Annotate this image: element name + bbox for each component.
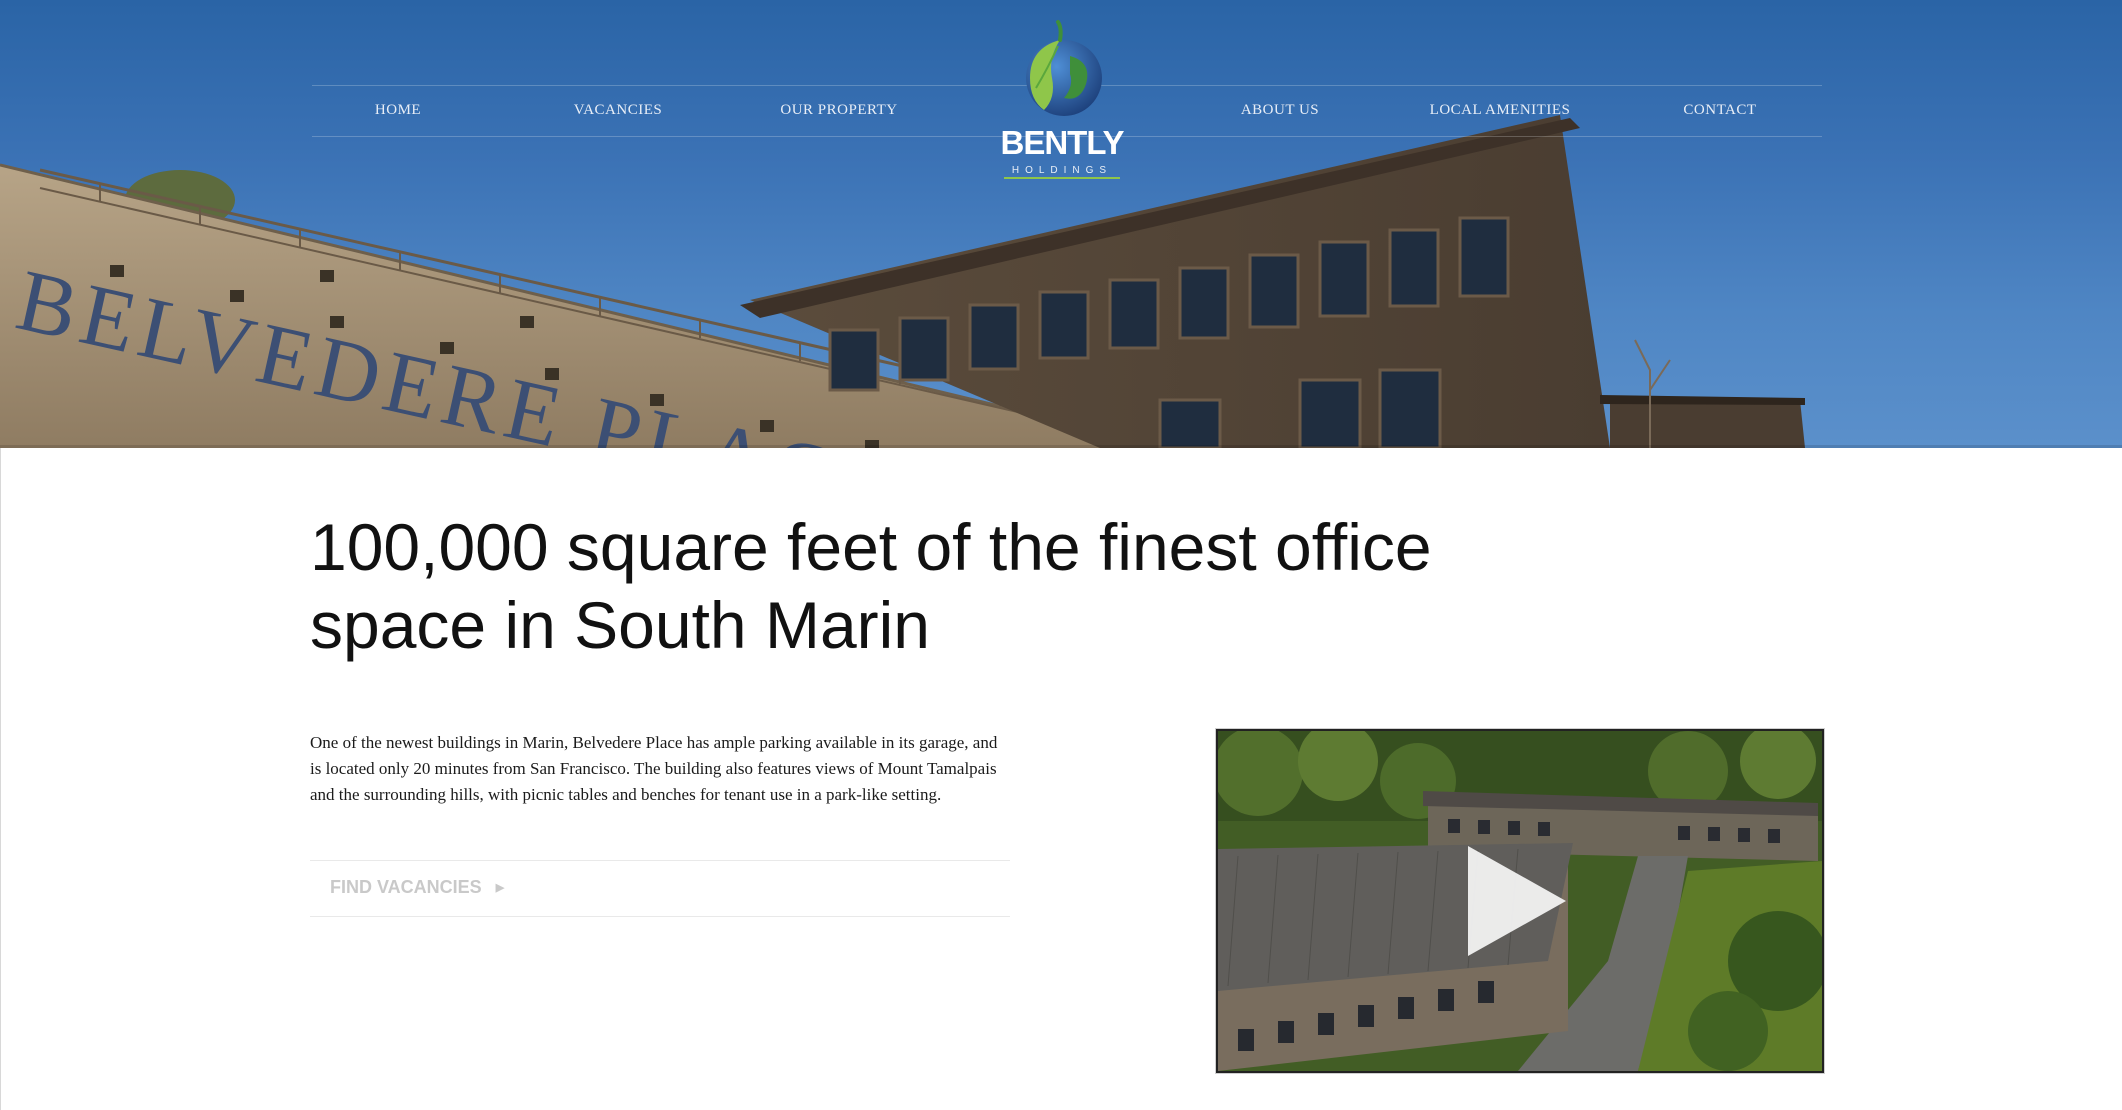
nav-our-property[interactable]: OUR PROPERTY [739, 102, 939, 119]
bently-holdings-logo[interactable]: BENTLY HOLDINGS [1000, 18, 1125, 179]
property-video[interactable] [1216, 729, 1824, 1073]
page-headline: 100,000 square feet of the finest office… [310, 510, 1432, 662]
nav-vacancies[interactable]: VACANCIES [518, 102, 718, 119]
cta-row: FIND VACANCIES ▶ [310, 860, 1010, 917]
hero-banner: BELVEDERE PLACE HOME VACANCIES OUR PROPE… [0, 0, 2122, 448]
page: BELVEDERE PLACE HOME VACANCIES OUR PROPE… [0, 0, 2122, 1110]
page-left-border [0, 448, 1, 1110]
nav-about-us[interactable]: ABOUT US [1180, 102, 1380, 119]
globe-leaf-icon [1026, 20, 1102, 116]
logo-subtitle: HOLDINGS [1011, 165, 1113, 176]
property-description: One of the newest buildings in Marin, Be… [310, 733, 998, 804]
find-vacancies-button[interactable]: FIND VACANCIES ▶ [330, 877, 504, 898]
logo-underline [1004, 177, 1120, 179]
video-thumbnail [1218, 731, 1822, 1071]
find-vacancies-label: FIND VACANCIES [330, 877, 482, 897]
logo-wordmark: BENTLY [1000, 124, 1125, 161]
nav-local-amenities[interactable]: LOCAL AMENITIES [1400, 102, 1600, 119]
play-triangle-icon: ▶ [495, 882, 505, 894]
nav-contact[interactable]: CONTACT [1620, 102, 1820, 119]
nav-home[interactable]: HOME [298, 102, 498, 119]
